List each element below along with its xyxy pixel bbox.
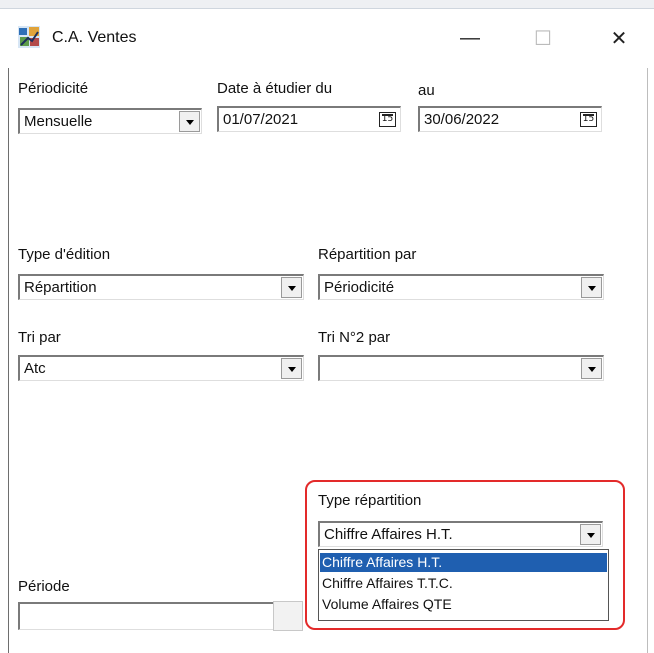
dropdown-option[interactable]: Chiffre Affaires H.T.: [320, 553, 607, 572]
tri2-par-select[interactable]: [318, 355, 604, 381]
top-edge: [0, 0, 654, 9]
close-button[interactable]: ✕: [596, 20, 642, 56]
window-title: C.A. Ventes: [52, 29, 137, 46]
periode-button[interactable]: [273, 601, 303, 631]
date-au-label: au: [418, 82, 435, 99]
minimize-button[interactable]: —: [447, 20, 493, 56]
chevron-down-icon[interactable]: [281, 358, 302, 379]
close-icon: ✕: [610, 27, 628, 50]
maximize-icon: ☐: [534, 27, 552, 50]
repartition-par-select[interactable]: Périodicité: [318, 274, 604, 300]
maximize-button[interactable]: ☐: [520, 20, 566, 56]
type-edition-value: Répartition: [24, 279, 97, 296]
tri-par-select[interactable]: Atc: [18, 355, 304, 381]
tri2-par-label: Tri N°2 par: [318, 329, 391, 346]
periode-label: Période: [18, 578, 70, 595]
type-repartition-label: Type répartition: [318, 492, 422, 509]
chevron-down-icon[interactable]: [179, 111, 200, 132]
chevron-down-icon[interactable]: [281, 277, 302, 298]
type-repartition-select[interactable]: Chiffre Affaires H.T.: [318, 521, 603, 547]
type-edition-select[interactable]: Répartition: [18, 274, 304, 300]
tri-par-label: Tri par: [18, 329, 61, 346]
date-au-value: 30/06/2022: [424, 111, 500, 128]
periodicite-select[interactable]: Mensuelle: [18, 108, 202, 134]
chevron-down-icon[interactable]: [581, 277, 602, 298]
periodicite-value: Mensuelle: [24, 113, 93, 130]
type-repartition-value: Chiffre Affaires H.T.: [324, 526, 453, 543]
repartition-par-label: Répartition par: [318, 246, 417, 263]
date-au-field[interactable]: 30/06/2022 15: [418, 106, 602, 132]
date-du-field[interactable]: 01/07/2021 15: [217, 106, 401, 132]
dropdown-option[interactable]: Volume Affaires QTE: [320, 595, 607, 614]
calendar-icon[interactable]: 15: [379, 112, 396, 127]
periode-field[interactable]: [18, 602, 274, 630]
date-du-label: Date à étudier du: [217, 80, 333, 97]
repartition-par-value: Périodicité: [324, 279, 395, 296]
app-ventes-icon: [18, 26, 40, 48]
date-du-value: 01/07/2021: [223, 111, 299, 128]
dropdown-option[interactable]: Chiffre Affaires T.T.C.: [320, 574, 607, 593]
chevron-down-icon[interactable]: [581, 358, 602, 379]
type-edition-label: Type d'édition: [18, 246, 111, 263]
tri-par-value: Atc: [24, 360, 46, 377]
periodicite-label: Périodicité: [18, 80, 89, 97]
minimize-icon: —: [460, 26, 480, 49]
chevron-down-icon[interactable]: [580, 524, 601, 545]
calendar-icon[interactable]: 15: [580, 112, 597, 127]
type-repartition-dropdown-list: Chiffre Affaires H.T. Chiffre Affaires T…: [318, 549, 609, 621]
